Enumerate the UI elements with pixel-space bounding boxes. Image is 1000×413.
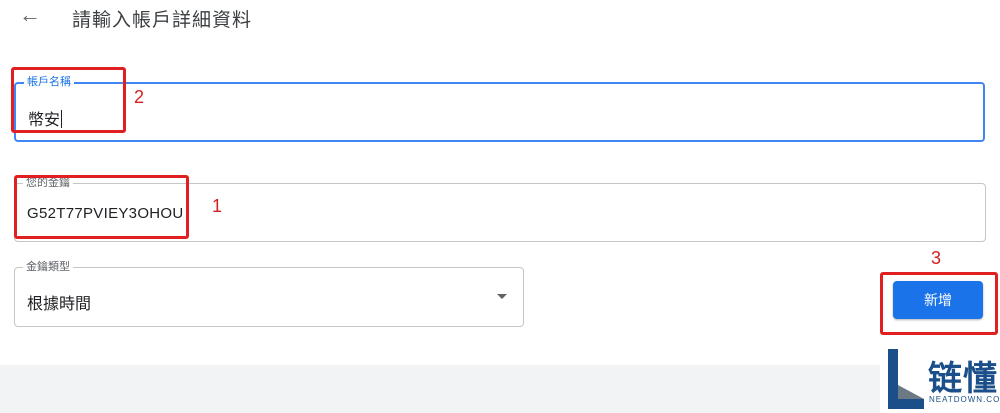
annotation-box-1 xyxy=(14,175,189,239)
back-arrow-icon[interactable]: ← xyxy=(18,2,42,27)
app-bar: ← 請輸入帳戶詳細資料 xyxy=(0,0,1000,40)
annotation-number-3: 3 xyxy=(931,248,942,268)
page-title: 請輸入帳戶詳細資料 xyxy=(72,10,253,31)
watermark-text: 链懂 xyxy=(928,360,998,398)
watermark-subtext: NEATDOWN.COM xyxy=(929,395,1000,404)
watermark: 链懂 NEATDOWN.COM xyxy=(880,343,1000,413)
key-type-label: 金鑰類型 xyxy=(23,260,73,274)
annotation-number-2: 2 xyxy=(134,87,145,107)
annotation-number-1: 1 xyxy=(212,196,223,216)
bottom-area xyxy=(0,365,1000,413)
watermark-logo-icon xyxy=(888,349,924,409)
key-type-value: 根據時間 xyxy=(27,296,92,313)
annotation-box-2 xyxy=(11,67,126,133)
annotation-box-3 xyxy=(880,272,998,335)
key-type-select[interactable]: 金鑰類型 根據時間 xyxy=(14,260,524,327)
account-name-field[interactable]: 帳戶名稱 幣安 xyxy=(14,75,985,142)
dropdown-arrow-icon[interactable] xyxy=(497,294,507,299)
